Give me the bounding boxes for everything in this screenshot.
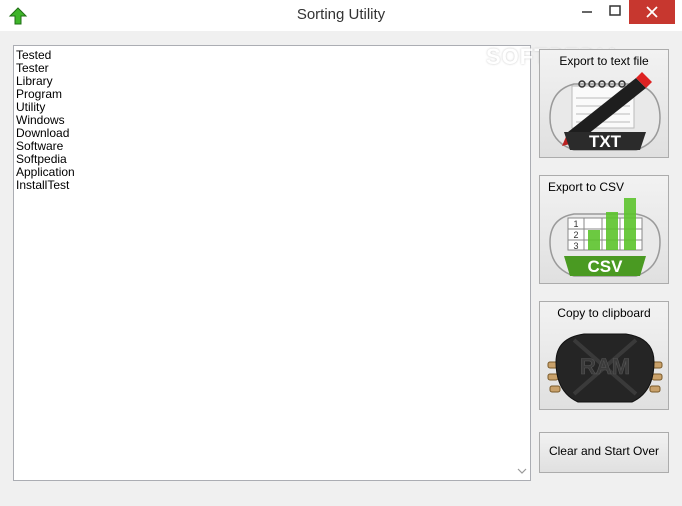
grid-row-label: 2 [573,230,578,240]
export-txt-label: Export to text file [559,54,649,68]
list-item[interactable]: Library [16,75,530,88]
sorted-list-box[interactable]: Tested Tester Library Program Utility Wi… [13,45,531,481]
list-item[interactable]: Download [16,127,530,140]
clear-button-label: Clear and Start Over [548,444,660,458]
sorted-list: Tested Tester Library Program Utility Wi… [14,46,530,192]
maximize-icon [609,5,621,16]
grid-row-label: 3 [573,241,578,251]
close-button[interactable] [629,0,675,24]
copy-clipboard-button[interactable]: Copy to clipboard RAM [539,301,669,410]
notepad-pen-icon: TXT [549,72,661,151]
spreadsheet-chart-icon: 1 2 3 CSV [549,198,661,277]
export-csv-button[interactable]: Export to CSV 1 2 3 CSV [539,175,669,284]
copy-clipboard-label: Copy to clipboard [557,306,651,320]
list-item[interactable]: Tested [16,49,530,62]
list-item[interactable]: Windows [16,114,530,127]
close-icon [646,6,658,18]
scroll-down-icon[interactable] [517,467,527,475]
list-item[interactable]: Softpedia [16,153,530,166]
list-item[interactable]: Program [16,88,530,101]
list-item[interactable]: Tester [16,62,530,75]
csv-badge: CSV [588,257,624,276]
minimize-icon [582,11,592,13]
list-item[interactable]: Utility [16,101,530,114]
ram-badge: RAM [580,354,630,379]
txt-badge: TXT [589,132,622,151]
export-txt-button[interactable]: Export to text file TXT [539,49,669,158]
main-window: Sorting Utility Tested Tester Library Pr… [0,0,682,506]
ram-chip-icon: RAM [547,333,663,403]
title-bar: Sorting Utility [0,0,682,31]
list-item[interactable]: InstallTest [16,179,530,192]
export-csv-label: Export to CSV [548,180,625,194]
minimize-button[interactable] [573,0,601,24]
grid-row-label: 1 [573,219,578,229]
maximize-button[interactable] [601,0,629,24]
list-item[interactable]: Software [16,140,530,153]
clear-and-start-over-button[interactable]: Clear and Start Over [539,432,669,473]
list-item[interactable]: Application [16,166,530,179]
